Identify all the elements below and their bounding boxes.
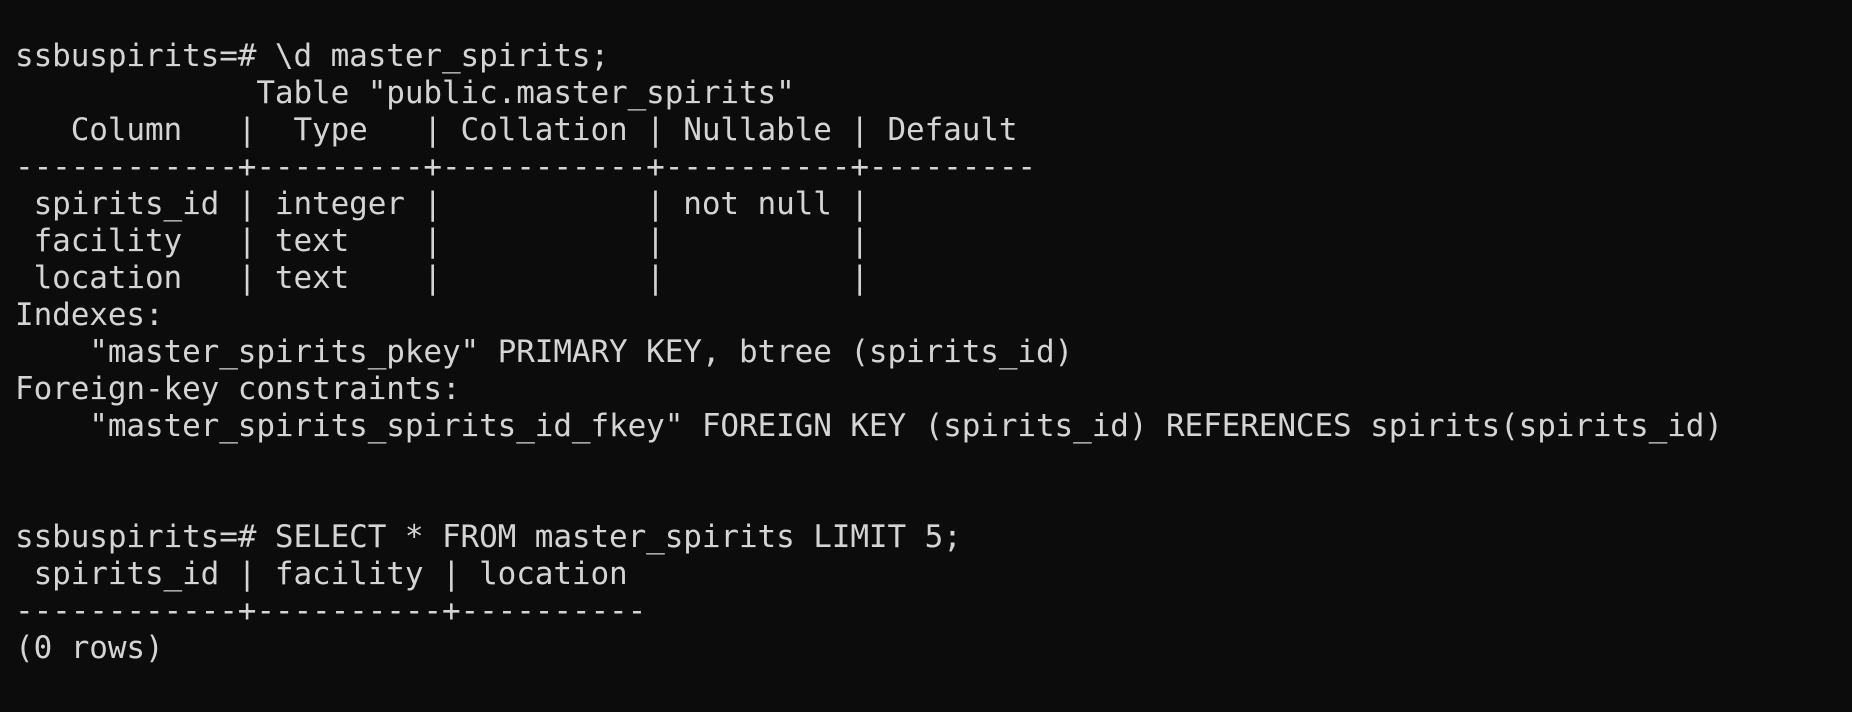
describe-header-row: Column | Type | Collation | Nullable | D… (15, 112, 1018, 148)
result-separator: ------------+----------+---------- (15, 593, 647, 629)
index-entry: "master_spirits_pkey" PRIMARY KEY, btree… (15, 334, 1074, 370)
foreign-key-heading: Foreign-key constraints: (15, 371, 461, 407)
describe-row-facility: facility | text | | | (15, 223, 869, 259)
prompt-select-command: ssbuspirits=# SELECT * FROM master_spiri… (15, 519, 962, 555)
row-count: (0 rows) (15, 630, 164, 666)
describe-row-location: location | text | | | (15, 260, 869, 296)
foreign-key-entry: "master_spirits_spirits_id_fkey" FOREIGN… (15, 408, 1723, 444)
result-header-row: spirits_id | facility | location (15, 556, 628, 592)
describe-row-spirits-id: spirits_id | integer | | not null | (15, 186, 869, 222)
indexes-heading: Indexes: (15, 297, 164, 333)
terminal-window[interactable]: ssbuspirits=# \d master_spirits; Table "… (0, 0, 1852, 712)
table-title: Table "public.master_spirits" (15, 75, 795, 111)
describe-separator: ------------+---------+-----------+-----… (15, 149, 1036, 185)
prompt-describe-command: ssbuspirits=# \d master_spirits; (15, 38, 610, 74)
